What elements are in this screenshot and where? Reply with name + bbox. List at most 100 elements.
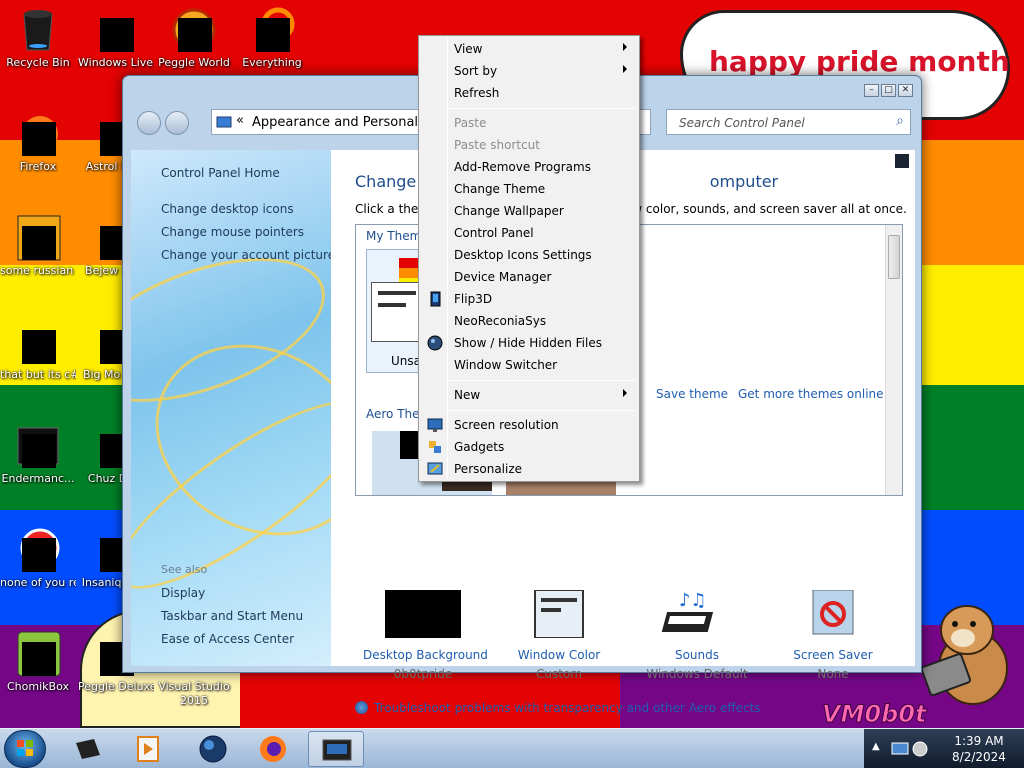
menu-item-personalize[interactable]: Personalize [421, 458, 637, 480]
search-box[interactable]: Search Control Panel ⌕ [666, 109, 911, 135]
search-icon[interactable]: ⌕ [896, 113, 904, 129]
scrollbar-thumb[interactable] [888, 235, 900, 279]
control-panel-icon [216, 116, 232, 128]
menu-separator [449, 108, 635, 109]
menu-item-change-wallpaper[interactable]: Change Wallpaper [421, 200, 637, 222]
monitor-icon [427, 418, 443, 432]
menu-item-device-manager[interactable]: Device Manager [421, 266, 637, 288]
media-player-icon [137, 736, 159, 762]
desktop-icon-endermanch[interactable]: Endermanc... [0, 422, 76, 486]
menu-item-control-panel[interactable]: Control Panel [421, 222, 637, 244]
desktop-icon-label: Peggle Deluxe [78, 680, 154, 693]
menu-item-screen-resolution[interactable]: Screen resolution [421, 414, 637, 436]
console-icon [14, 422, 62, 470]
menu-item-flip3d[interactable]: Flip3D [421, 288, 637, 310]
menu-item-desktop-icons-settings[interactable]: Desktop Icons Settings [421, 244, 637, 266]
submenu-arrow-icon [623, 389, 627, 397]
desktop-icon-label: Firefox [19, 160, 57, 173]
window-color-icon [521, 589, 597, 639]
desktop-icon-firefox[interactable]: Firefox [0, 110, 76, 174]
menu-item-neoreconiasys[interactable]: NeoReconiaSys [421, 310, 637, 332]
search-input[interactable]: Search Control Panel [679, 116, 805, 130]
menu-item-window-switcher[interactable]: Window Switcher [421, 354, 637, 376]
context-menu: View Sort by Refresh Paste Paste shortcu… [418, 35, 640, 482]
firefox-icon [260, 736, 286, 762]
menu-item-new[interactable]: New [421, 384, 637, 406]
show-hidden-icons-icon[interactable]: ▲ [872, 741, 880, 752]
taskbar-app-recycle[interactable] [60, 731, 116, 767]
menu-separator [449, 410, 635, 411]
desktop-icon-chomikbox[interactable]: ChomikBox [0, 630, 76, 694]
window-color-option[interactable]: Window Color Custom [499, 589, 619, 681]
system-clock[interactable]: 1:39 AM 8/2/2024 [934, 733, 1024, 765]
menu-item-sort-by[interactable]: Sort by [421, 60, 637, 82]
sounds-icon: ♪♫ [659, 590, 735, 638]
desktop-icon-label: none of you retards kno... [0, 576, 76, 589]
submenu-arrow-icon [623, 65, 627, 73]
desktop-icon-everything[interactable]: Everything [234, 6, 310, 70]
option-name: Desktop Background [363, 648, 488, 662]
forward-button[interactable] [165, 111, 189, 135]
menu-separator [449, 380, 635, 381]
link-ease-of-access[interactable]: Ease of Access Center [161, 632, 294, 646]
taskbar-app-firefox[interactable] [245, 731, 301, 767]
desktop-icon-none-of-you[interactable]: none of you retards kno... [0, 526, 76, 590]
troubleshoot-icon [355, 701, 368, 714]
window-controls: – □ ✕ [864, 84, 913, 97]
taskbar-app-globe[interactable] [185, 731, 241, 767]
sounds-option[interactable]: ♪♫ Sounds Windows Default [637, 590, 757, 681]
wallpaper-watermark: VM0b0t [822, 700, 928, 729]
troubleshoot-link[interactable]: Troubleshoot problems with transparency … [355, 701, 761, 715]
desktop-icon-label: Visual Studio 2015 [158, 680, 230, 707]
theme-list-scrollbar[interactable] [885, 225, 902, 495]
menu-item-change-theme[interactable]: Change Theme [421, 178, 637, 200]
breadcrumb-chevron-icon: « [236, 113, 244, 128]
menu-item-paste-shortcut: Paste shortcut [454, 138, 540, 152]
taskbar-app-control-panel[interactable] [308, 731, 364, 767]
speech-bubble-text: happy pride month [709, 45, 1010, 78]
link-control-panel-home[interactable]: Control Panel Home [161, 166, 280, 180]
desktop-icon-peggle-world[interactable]: Peggle World [156, 6, 232, 70]
option-name: Window Color [517, 648, 601, 662]
save-theme-link[interactable]: Save theme [656, 387, 728, 401]
back-button[interactable] [137, 111, 161, 135]
desktop-background-option[interactable]: Desktop Background 0b0tpride [363, 590, 488, 681]
screen-saver-option[interactable]: Screen Saver None [773, 589, 893, 681]
link-change-desktop-icons[interactable]: Change desktop icons [161, 202, 294, 216]
menu-item-refresh[interactable]: Refresh [421, 82, 637, 104]
menu-item-show-hide-hidden-files[interactable]: Show / Hide Hidden Files [421, 332, 637, 354]
desktop-icon-windows-live-mail[interactable]: Windows Live Mail [78, 6, 154, 70]
desktop-icon-that-but-csharp[interactable]: that but its c# [0, 318, 76, 382]
file-icon [14, 214, 62, 262]
option-value: Custom [536, 667, 582, 681]
option-value: 0b0tpride [393, 667, 453, 681]
minimize-button[interactable]: – [864, 84, 879, 97]
option-name: Sounds [674, 648, 720, 662]
submenu-arrow-icon [623, 43, 627, 51]
menu-item-gadgets[interactable]: Gadgets [421, 436, 637, 458]
notification-area: ▲ 1:39 AM 8/2/2024 [864, 729, 1024, 768]
app-box-icon [76, 739, 100, 759]
link-display[interactable]: Display [161, 586, 205, 600]
desktop-icon-label: Everything [242, 56, 302, 69]
link-change-mouse-pointers[interactable]: Change mouse pointers [161, 225, 304, 239]
option-value: Windows Default [646, 667, 748, 681]
globe-icon [427, 335, 443, 351]
menu-item-view[interactable]: View [421, 38, 637, 60]
gadgets-icon [429, 441, 441, 453]
link-taskbar-start-menu[interactable]: Taskbar and Start Menu [161, 609, 303, 623]
taskbar-app-media-player[interactable] [120, 731, 176, 767]
get-more-themes-link[interactable]: Get more themes online [738, 387, 884, 401]
desktop-icon-recycle-bin[interactable]: Recycle Bin [0, 6, 76, 70]
desktop-icon-some-russian[interactable]: some russian ran a rat [0, 214, 76, 278]
network-icon[interactable] [890, 739, 930, 759]
maximize-button[interactable]: □ [881, 84, 896, 97]
desktop-icon-label: some russian ran a rat [0, 264, 76, 277]
help-icon[interactable] [895, 154, 909, 168]
close-button[interactable]: ✕ [898, 84, 913, 97]
globe-icon [199, 735, 227, 763]
link-change-account-picture[interactable]: Change your account picture [161, 248, 331, 262]
start-button[interactable] [4, 730, 46, 768]
task-pane: Control Panel Home Change desktop icons … [131, 150, 331, 666]
menu-item-add-remove-programs[interactable]: Add-Remove Programs [421, 156, 637, 178]
